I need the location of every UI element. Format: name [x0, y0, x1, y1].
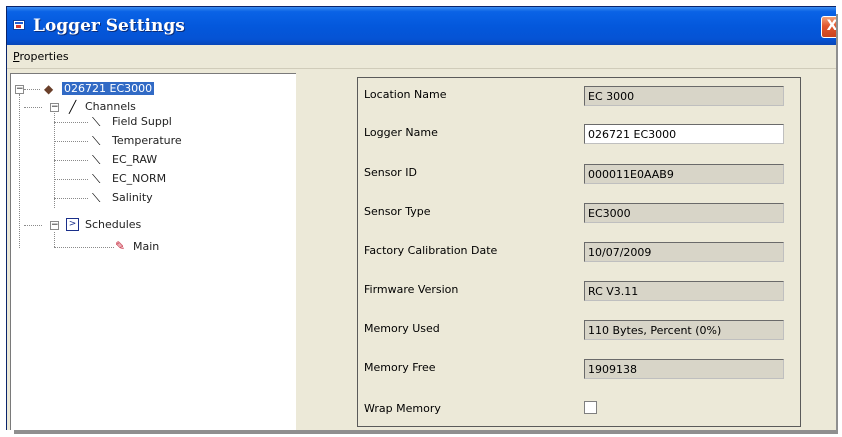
tree-channel-item[interactable]: EC_NORM [112, 172, 166, 185]
menu-properties[interactable]: Properties [13, 50, 69, 63]
tree-line [24, 107, 42, 108]
memory-free-field [584, 359, 784, 379]
schedule-icon: ✎ [115, 239, 126, 253]
probe-icon: ⟍ [92, 191, 101, 205]
tree-schedule-item[interactable]: Main [133, 240, 159, 253]
tree-channel-item[interactable]: EC_RAW [112, 153, 157, 166]
tree-item-channels[interactable]: Channels [85, 100, 136, 113]
tree-expander-schedules[interactable]: − [50, 221, 59, 230]
logger-name-field[interactable] [584, 124, 784, 144]
tree-channel-item[interactable]: Salinity [112, 191, 153, 204]
tree-channel-item[interactable]: Temperature [112, 134, 182, 147]
firmware-version-label: Firmware Version [364, 283, 459, 296]
tree-line [54, 198, 88, 199]
tree-line [24, 89, 40, 90]
window-icon [13, 20, 25, 30]
tree-root-logger[interactable]: 026721 EC3000 [62, 82, 155, 95]
properties-group: Location Name Logger Name Sensor ID Sens… [357, 77, 801, 427]
sensor-id-label: Sensor ID [364, 166, 417, 179]
wrap-memory-checkbox[interactable] [584, 401, 597, 414]
logger-settings-window: Logger Settings X Properties − ◆ 026721 … [6, 6, 836, 430]
probe-icon: ⟍ [92, 115, 101, 129]
tree-expander-root[interactable]: − [15, 85, 24, 94]
location-name-field [584, 86, 784, 106]
factory-calibration-date-field [584, 242, 784, 262]
sensor-type-label: Sensor Type [364, 205, 431, 218]
tree-line [54, 247, 114, 248]
logger-tree: − ◆ 026721 EC3000 − ╱ Channels ⟍ Field S… [10, 73, 296, 430]
tree-line [54, 141, 88, 142]
logger-icon: ◆ [44, 82, 54, 96]
sensor-type-field [584, 203, 784, 223]
properties-panel: Location Name Logger Name Sensor ID Sens… [296, 73, 836, 430]
title-bar[interactable]: Logger Settings X [7, 7, 836, 45]
tree-line [19, 94, 20, 248]
tree-item-schedules[interactable]: Schedules [85, 218, 141, 231]
memory-used-field [584, 320, 784, 340]
close-button[interactable]: X [821, 16, 836, 38]
tree-expander-channels[interactable]: − [50, 103, 59, 112]
memory-used-label: Memory Used [364, 322, 440, 335]
location-name-label: Location Name [364, 88, 447, 101]
tree-line [54, 160, 88, 161]
logger-name-label: Logger Name [364, 126, 438, 139]
schedules-icon: > [66, 218, 79, 231]
tree-line [24, 225, 42, 226]
window-title: Logger Settings [33, 16, 185, 36]
channels-icon: ╱ [69, 100, 77, 114]
memory-free-label: Memory Free [364, 361, 436, 374]
sensor-id-field [584, 164, 784, 184]
factory-calibration-date-label: Factory Calibration Date [364, 244, 498, 257]
wrap-memory-label: Wrap Memory [364, 402, 441, 415]
tree-line [54, 122, 88, 123]
probe-icon: ⟍ [92, 134, 101, 148]
tree-line [54, 179, 88, 180]
firmware-version-field [584, 281, 784, 301]
tree-line [54, 232, 55, 247]
probe-icon: ⟍ [92, 153, 101, 167]
menu-bar: Properties [7, 45, 836, 69]
tree-channel-item[interactable]: Field Suppl [112, 115, 172, 128]
probe-icon: ⟍ [92, 172, 101, 186]
menu-properties-label: roperties [19, 50, 69, 63]
